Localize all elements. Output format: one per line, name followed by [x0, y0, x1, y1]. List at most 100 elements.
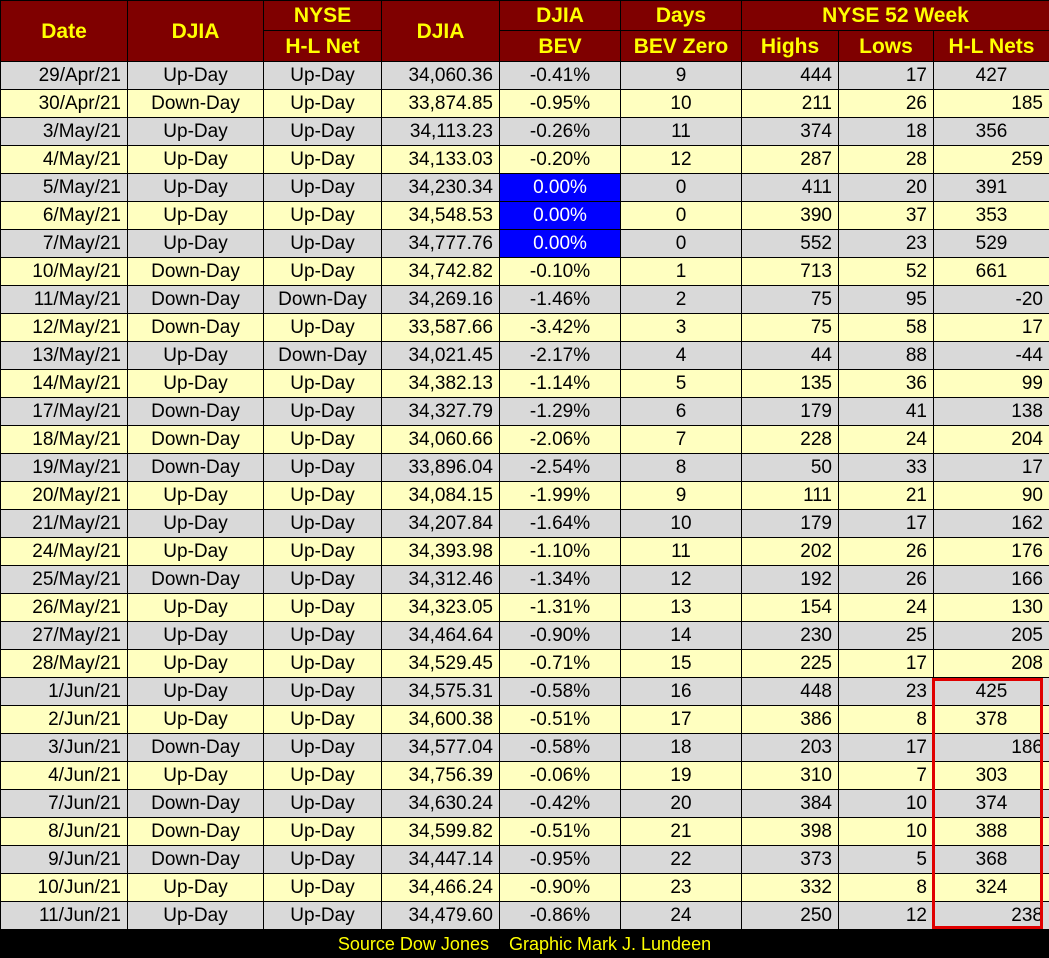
- cell-lows: 17: [838, 61, 934, 90]
- cell-djia: 34,323.05: [381, 593, 500, 622]
- table-row: 27/May/21 Up-Day Up-Day 34,464.64 -0.90% 14 23…: [0, 621, 1049, 650]
- cell-djia: 34,466.24: [381, 873, 500, 902]
- cell-lows: 10: [838, 817, 934, 846]
- cell-bev: -0.86%: [499, 901, 621, 930]
- cell-days-bev-zero: 10: [620, 509, 742, 538]
- table-row: 21/May/21 Up-Day Up-Day 34,207.84 -1.64% 10 17…: [0, 509, 1049, 538]
- cell-djia-direction: Down-Day: [127, 565, 264, 594]
- cell-nyse-net: Down-Day: [263, 285, 382, 314]
- cell-bev: -1.64%: [499, 509, 621, 538]
- cell-djia-direction: Up-Day: [127, 677, 264, 706]
- header-djia: DJIA: [381, 0, 500, 62]
- cell-djia-direction: Up-Day: [127, 509, 264, 538]
- cell-djia-direction: Down-Day: [127, 313, 264, 342]
- cell-highs: 386: [741, 705, 839, 734]
- cell-lows: 17: [838, 509, 934, 538]
- cell-djia-direction: Down-Day: [127, 733, 264, 762]
- cell-hl-net: 185: [933, 89, 1049, 118]
- cell-highs: 713: [741, 257, 839, 286]
- cell-highs: 373: [741, 845, 839, 874]
- cell-djia: 34,327.79: [381, 397, 500, 426]
- cell-bev: -1.10%: [499, 537, 621, 566]
- cell-djia-direction: Down-Day: [127, 285, 264, 314]
- cell-days-bev-zero: 5: [620, 369, 742, 398]
- cell-lows: 36: [838, 369, 934, 398]
- cell-hl-net: 529: [933, 229, 1049, 258]
- cell-date: 26/May/21: [0, 593, 128, 622]
- cell-nyse-net: Up-Day: [263, 61, 382, 90]
- table-row: 4/May/21 Up-Day Up-Day 34,133.03 -0.20% 12 287…: [0, 145, 1049, 174]
- cell-lows: 21: [838, 481, 934, 510]
- cell-djia: 34,207.84: [381, 509, 500, 538]
- cell-djia-direction: Down-Day: [127, 89, 264, 118]
- cell-days-bev-zero: 17: [620, 705, 742, 734]
- header-days-line1: Days: [620, 0, 742, 31]
- footer-source: Source Dow Jones: [337, 934, 489, 954]
- cell-highs: 448: [741, 677, 839, 706]
- cell-djia: 34,756.39: [381, 761, 500, 790]
- table-row: 10/May/21 Down-Day Up-Day 34,742.82 -0.10% 1 7…: [0, 257, 1049, 286]
- table-row: 8/Jun/21 Down-Day Up-Day 34,599.82 -0.51% 21 3…: [0, 817, 1049, 846]
- cell-highs: 111: [741, 481, 839, 510]
- cell-days-bev-zero: 23: [620, 873, 742, 902]
- cell-hl-net: 368: [933, 845, 1049, 874]
- cell-highs: 374: [741, 117, 839, 146]
- cell-days-bev-zero: 0: [620, 173, 742, 202]
- cell-lows: 25: [838, 621, 934, 650]
- cell-nyse-net: Up-Day: [263, 201, 382, 230]
- cell-djia-direction: Down-Day: [127, 817, 264, 846]
- cell-days-bev-zero: 16: [620, 677, 742, 706]
- cell-date: 3/May/21: [0, 117, 128, 146]
- cell-nyse-net: Up-Day: [263, 509, 382, 538]
- cell-bev: -0.41%: [499, 61, 621, 90]
- cell-hl-net: 17: [933, 453, 1049, 482]
- cell-date: 11/May/21: [0, 285, 128, 314]
- cell-nyse-net: Up-Day: [263, 901, 382, 930]
- cell-djia-direction: Down-Day: [127, 257, 264, 286]
- cell-hl-net: 374: [933, 789, 1049, 818]
- cell-hl-net: 303: [933, 761, 1049, 790]
- cell-djia-direction: Up-Day: [127, 369, 264, 398]
- cell-djia-direction: Up-Day: [127, 61, 264, 90]
- cell-highs: 250: [741, 901, 839, 930]
- cell-bev: -0.42%: [499, 789, 621, 818]
- cell-djia-direction: Up-Day: [127, 341, 264, 370]
- table-row: 7/Jun/21 Down-Day Up-Day 34,630.24 -0.42% 20 3…: [0, 789, 1049, 818]
- cell-djia: 34,230.34: [381, 173, 500, 202]
- djia-nyse-table: Date DJIA NYSE DJIA DJIA Days NYSE 52 We…: [0, 0, 1049, 930]
- cell-djia-direction: Down-Day: [127, 789, 264, 818]
- cell-lows: 52: [838, 257, 934, 286]
- table-row: 9/Jun/21 Down-Day Up-Day 34,447.14 -0.95% 22 3…: [0, 845, 1049, 874]
- cell-highs: 225: [741, 649, 839, 678]
- cell-highs: 228: [741, 425, 839, 454]
- cell-bev: -3.42%: [499, 313, 621, 342]
- cell-djia: 34,060.36: [381, 61, 500, 90]
- source-footer: Source Dow Jones Graphic Mark J. Lundeen: [0, 930, 1049, 958]
- cell-bev: -2.54%: [499, 453, 621, 482]
- cell-djia: 34,021.45: [381, 341, 500, 370]
- cell-djia: 34,575.31: [381, 677, 500, 706]
- cell-highs: 135: [741, 369, 839, 398]
- cell-highs: 287: [741, 145, 839, 174]
- cell-days-bev-zero: 2: [620, 285, 742, 314]
- table-row: 11/May/21 Down-Day Down-Day 34,269.16 -1.46%…: [0, 285, 1049, 314]
- cell-djia-direction: Up-Day: [127, 117, 264, 146]
- cell-djia-direction: Up-Day: [127, 173, 264, 202]
- table-row: 6/May/21 Up-Day Up-Day 34,548.53 0.00% 0 390 37…: [0, 201, 1049, 230]
- table-row: 29/Apr/21 Up-Day Up-Day 34,060.36 -0.41% 9 444…: [0, 61, 1049, 90]
- cell-lows: 24: [838, 425, 934, 454]
- cell-date: 10/May/21: [0, 257, 128, 286]
- cell-djia-direction: Down-Day: [127, 845, 264, 874]
- cell-hl-net: 388: [933, 817, 1049, 846]
- cell-lows: 17: [838, 649, 934, 678]
- cell-highs: 398: [741, 817, 839, 846]
- cell-days-bev-zero: 3: [620, 313, 742, 342]
- cell-djia: 34,548.53: [381, 201, 500, 230]
- cell-date: 27/May/21: [0, 621, 128, 650]
- cell-days-bev-zero: 6: [620, 397, 742, 426]
- cell-nyse-net: Up-Day: [263, 481, 382, 510]
- cell-hl-net: 425: [933, 677, 1049, 706]
- cell-nyse-net: Up-Day: [263, 89, 382, 118]
- table-row: 3/Jun/21 Down-Day Up-Day 34,577.04 -0.58% 18 2…: [0, 733, 1049, 762]
- cell-highs: 444: [741, 61, 839, 90]
